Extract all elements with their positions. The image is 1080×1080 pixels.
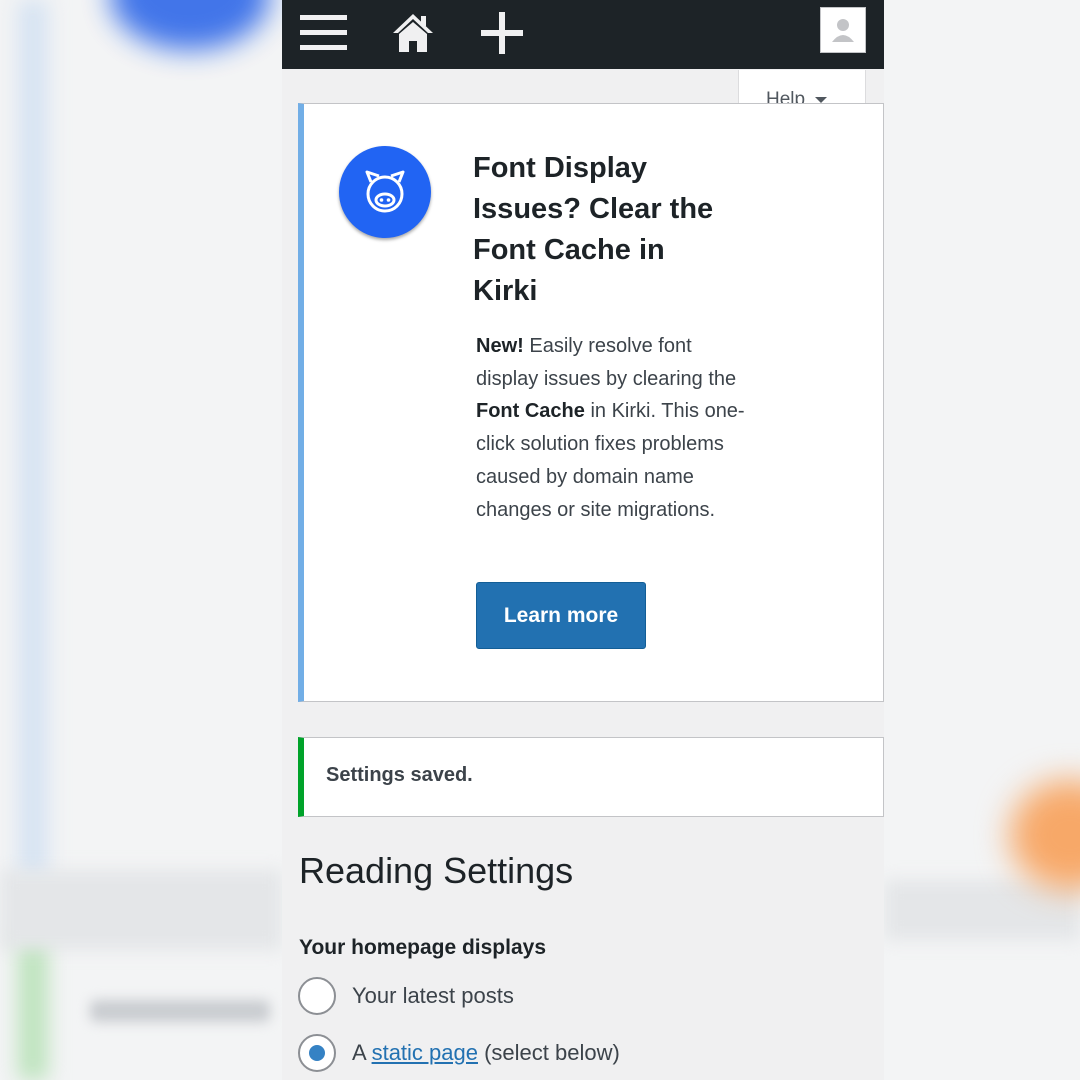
- settings-saved-message: Settings saved.: [326, 764, 473, 786]
- static-page-link[interactable]: static page: [372, 1040, 478, 1066]
- static-page-radio[interactable]: [298, 1034, 336, 1072]
- static-page-option[interactable]: A static page (select below): [298, 1032, 620, 1074]
- plus-icon[interactable]: [472, 8, 532, 58]
- wp-admin-screen: Help Font Display Issues? Clear the Font…: [282, 0, 884, 1080]
- latest-posts-radio[interactable]: [298, 977, 336, 1015]
- page-title: Reading Settings: [299, 850, 574, 891]
- hamburger-menu-icon[interactable]: [294, 8, 354, 58]
- home-icon[interactable]: [383, 8, 443, 58]
- notice-body: New! Easily resolve font display issues …: [476, 330, 746, 526]
- latest-posts-label: Your latest posts: [352, 983, 514, 1008]
- new-label: New!: [476, 335, 524, 357]
- latest-posts-option[interactable]: Your latest posts: [298, 975, 514, 1017]
- user-avatar-icon[interactable]: [820, 7, 866, 53]
- pig-face-icon: [339, 146, 431, 238]
- admin-toolbar: [282, 0, 884, 69]
- static-page-prefix: A: [352, 1040, 372, 1065]
- settings-saved-notice: Settings saved.: [298, 737, 884, 817]
- font-cache-term: Font Cache: [476, 400, 585, 423]
- homepage-displays-label: Your homepage displays: [299, 936, 547, 959]
- static-page-suffix: (select below): [477, 1040, 620, 1065]
- radio-selected-dot: [309, 1045, 325, 1061]
- learn-more-button[interactable]: Learn more: [476, 582, 646, 649]
- kirki-font-cache-notice: Font Display Issues? Clear the Font Cach…: [298, 103, 884, 805]
- notice-title: Font Display Issues? Clear the Font Cach…: [473, 152, 714, 307]
